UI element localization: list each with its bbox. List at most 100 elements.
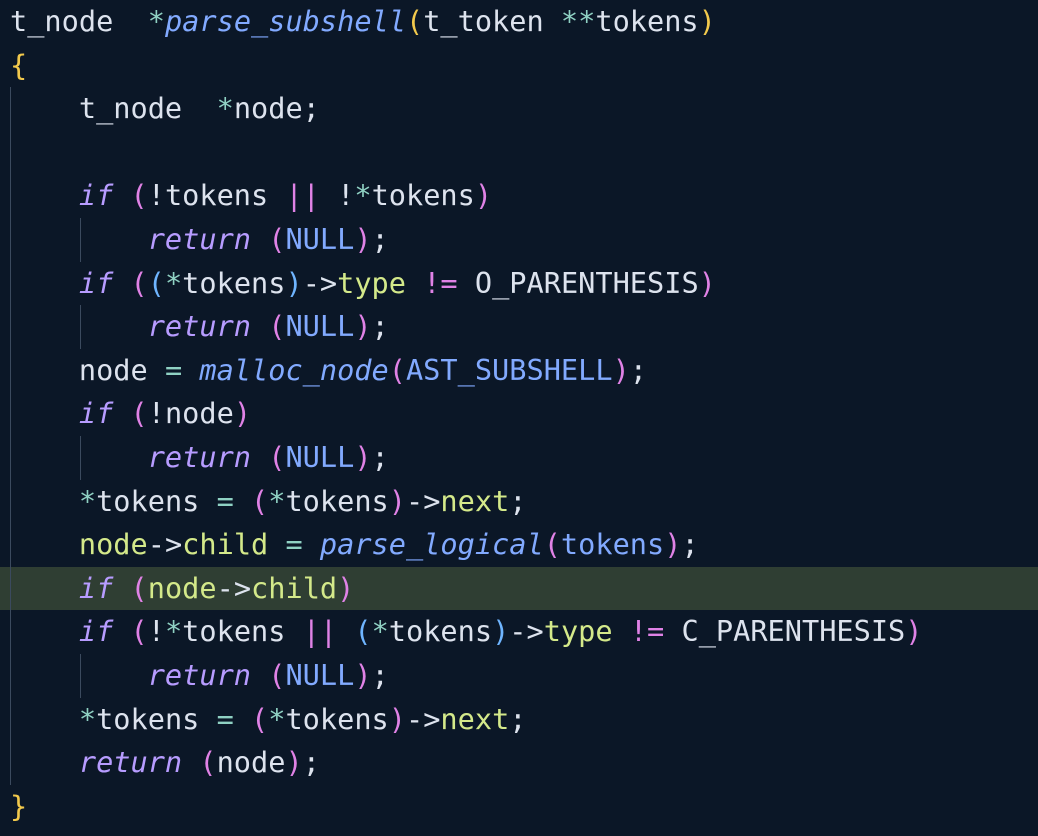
- code-token: (: [130, 614, 148, 649]
- code-token: return: [10, 222, 269, 256]
- code-token: C_PARENTHESIS: [664, 614, 906, 649]
- code-token: ): [388, 701, 406, 736]
- code-token: (: [268, 309, 286, 344]
- code-line[interactable]: *tokens = (*tokens)->next;: [0, 697, 1038, 742]
- code-token: tokens: [388, 614, 493, 649]
- code-line[interactable]: t_node *parse_subshell(t_token **tokens): [0, 0, 1038, 44]
- code-line[interactable]: if (node->child): [0, 566, 1038, 611]
- code-line[interactable]: node = malloc_node(AST_SUBSHELL);: [0, 348, 1038, 393]
- code-token: tokens: [595, 4, 699, 38]
- code-token: *: [354, 178, 372, 213]
- code-token: node: [216, 745, 286, 780]
- code-token: ;: [371, 222, 389, 256]
- code-token: NULL: [285, 658, 355, 692]
- code-token: return: [10, 745, 200, 780]
- code-token: !tokens: [147, 178, 286, 213]
- code-token: if: [10, 265, 131, 300]
- code-line[interactable]: [0, 130, 1038, 175]
- code-token: child: [251, 570, 338, 605]
- code-token: next: [440, 701, 510, 736]
- code-line[interactable]: if (!node): [0, 392, 1038, 436]
- code-token: NULL: [285, 309, 355, 344]
- code-text: return (NULL);: [10, 305, 389, 349]
- code-token: !: [147, 614, 165, 649]
- code-token: node: [10, 352, 165, 387]
- code-token: node: [10, 527, 148, 562]
- code-token: type: [543, 614, 613, 649]
- code-token: ): [698, 265, 716, 300]
- code-token: ->: [405, 483, 441, 518]
- code-token: (: [388, 352, 406, 387]
- code-token: next: [440, 483, 510, 518]
- code-token: ;: [371, 440, 389, 474]
- code-line[interactable]: if (!*tokens || (*tokens)->type != C_PAR…: [0, 610, 1038, 654]
- code-token: (: [130, 178, 148, 213]
- code-token: ): [664, 527, 682, 562]
- code-token: parse_logical: [319, 527, 544, 562]
- code-token: =: [164, 352, 183, 387]
- code-token: (: [354, 614, 372, 649]
- code-token: tokens: [560, 527, 665, 562]
- code-token: (: [130, 396, 148, 431]
- code-token: (: [268, 440, 286, 474]
- code-editor[interactable]: t_node *parse_subshell(t_token **tokens)…: [0, 0, 1038, 836]
- code-line[interactable]: return (NULL);: [0, 218, 1038, 262]
- code-token: tokens: [285, 483, 389, 518]
- code-token: child: [182, 527, 269, 562]
- code-line[interactable]: return (NULL);: [0, 654, 1038, 698]
- code-token: ): [354, 309, 372, 344]
- code-text: t_node *node;: [10, 87, 320, 131]
- code-token: (: [543, 527, 561, 562]
- code-token: *: [164, 614, 183, 649]
- code-line[interactable]: {: [0, 44, 1038, 88]
- code-line[interactable]: *tokens = (*tokens)->next;: [0, 479, 1038, 524]
- code-token: O_PARENTHESIS: [457, 265, 699, 300]
- code-text: if (!tokens || !*tokens): [10, 174, 492, 218]
- code-token: node;: [233, 91, 320, 126]
- code-token: =: [216, 483, 234, 518]
- code-text: *tokens = (*tokens)->next;: [10, 480, 527, 524]
- code-token: ;: [371, 658, 389, 692]
- code-text: if ((*tokens)->type != O_PARENTHESIS): [10, 262, 716, 306]
- code-token: NULL: [285, 222, 355, 256]
- code-token: (: [251, 701, 269, 736]
- code-token: tokens: [96, 483, 217, 518]
- code-token: t_node: [10, 91, 217, 126]
- code-line[interactable]: if (!tokens || !*tokens): [0, 174, 1038, 218]
- code-text: return (node);: [10, 741, 320, 785]
- code-line[interactable]: return (NULL);: [0, 436, 1038, 480]
- code-token: ): [698, 4, 716, 38]
- code-token: ;: [371, 309, 389, 344]
- code-token: *: [268, 483, 286, 518]
- code-token: ||: [285, 178, 320, 213]
- code-token: node: [147, 570, 217, 605]
- code-line[interactable]: }: [0, 785, 1038, 829]
- code-token: ;: [509, 483, 527, 518]
- code-token: =: [285, 527, 303, 562]
- code-token: ||: [302, 614, 338, 649]
- code-line[interactable]: node->child = parse_logical(tokens);: [0, 523, 1038, 567]
- code-token: ): [233, 396, 252, 431]
- code-line[interactable]: t_node *node;: [0, 87, 1038, 131]
- code-line[interactable]: return (NULL);: [0, 305, 1038, 349]
- code-token: return: [10, 658, 269, 692]
- code-token: *: [10, 483, 97, 518]
- code-token: ->: [509, 614, 544, 649]
- code-token: *: [164, 265, 183, 300]
- code-token: t_token: [423, 4, 561, 38]
- code-line[interactable]: if ((*tokens)->type != O_PARENTHESIS): [0, 261, 1038, 306]
- code-text: node->child = parse_logical(tokens);: [10, 523, 699, 567]
- code-line[interactable]: return (node);: [0, 741, 1038, 785]
- code-token: ): [285, 265, 303, 300]
- code-token: NULL: [285, 440, 355, 474]
- code-token: (: [130, 570, 148, 605]
- code-token: ): [285, 745, 303, 780]
- code-text: }: [10, 785, 27, 829]
- code-token: t_node: [10, 4, 148, 38]
- code-text: if (!node): [10, 392, 251, 436]
- code-token: !=: [423, 265, 458, 300]
